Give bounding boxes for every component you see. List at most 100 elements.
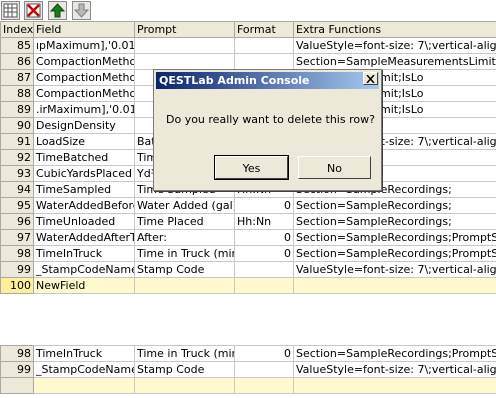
dialog-title-bar[interactable]: QESTLab Admin Console [156, 72, 379, 89]
table-row[interactable]: 98TimeInTruckTime in Truck (mins)0Sectio… [0, 345, 496, 362]
yes-button[interactable]: Yes [214, 155, 289, 180]
table-row[interactable]: 99 _StampCodeName Stamp Code ValueStyle=fon… [0, 361, 496, 378]
field-cell[interactable]: TimeInTruck [33, 245, 135, 262]
grid-header-row: Index Field Prompt Format Extra Function… [0, 21, 496, 38]
prompt-cell[interactable] [134, 37, 235, 54]
row-index-cell[interactable]: 89 [0, 101, 34, 118]
table-row[interactable]: 85ıpMaximum],'0.01r')) ValueStyle=font-si… [0, 37, 496, 54]
field-cell[interactable]: _StampCodeName [33, 261, 135, 278]
grid-view-button[interactable] [1, 1, 20, 20]
field-cell[interactable]: WaterAddedAfterTe [33, 229, 135, 246]
table-row[interactable]: 96 TimeUnloaded Time Placed Hh:Nn Section=Sa… [0, 213, 496, 230]
column-header-field[interactable]: Field [33, 21, 135, 38]
dialog-title: QESTLab Admin Console [159, 74, 310, 87]
row-index-cell[interactable]: 98 [0, 245, 34, 262]
field-cell[interactable]: ıpMaximum],'0.01r')) [33, 37, 135, 54]
field-cell[interactable]: DesignDensity [33, 117, 135, 134]
format-cell[interactable] [234, 261, 294, 278]
column-header-extra-functions[interactable]: Extra Functions [293, 21, 496, 38]
row-index-cell[interactable]: 97 [0, 229, 34, 246]
table-row[interactable]: 97 WaterAddedAfterTe After: 0 Section=Sample… [0, 229, 496, 246]
field-cell[interactable]: NewField [33, 277, 135, 294]
field-cell[interactable]: _StampCodeName [33, 361, 135, 378]
extra-functions-cell[interactable]: ValueStyle=font-size: 7\;vertical-align:… [293, 37, 496, 54]
row-index-cell[interactable] [0, 377, 34, 394]
column-header-index[interactable]: Index [0, 21, 34, 38]
row-index-cell[interactable]: 92 [0, 149, 34, 166]
row-index-cell[interactable]: 100 [0, 277, 34, 294]
field-cell[interactable]: TimeInTruck [33, 345, 135, 362]
table-row[interactable]: 98TimeInTruckTime in Truck (mins)0Sectio… [0, 245, 496, 262]
format-cell[interactable] [234, 277, 294, 294]
format-cell[interactable] [234, 361, 294, 378]
field-cell[interactable]: CompactionMethod [33, 69, 135, 86]
table-row[interactable]: 100 NewField [0, 277, 496, 294]
no-button[interactable]: No [298, 156, 371, 179]
format-cell[interactable] [234, 53, 294, 70]
format-cell[interactable] [234, 37, 294, 54]
dialog-close-button[interactable] [363, 72, 378, 85]
prompt-cell[interactable]: Time in Truck (mins) [134, 345, 235, 362]
format-cell[interactable] [234, 377, 294, 394]
row-index-cell[interactable]: 93 [0, 165, 34, 182]
format-cell[interactable]: 0 [234, 197, 294, 214]
confirm-delete-dialog: QESTLab Admin Console Do you really want… [153, 69, 382, 191]
row-index-cell[interactable]: 88 [0, 85, 34, 102]
row-index-cell[interactable]: 87 [0, 69, 34, 86]
table-row[interactable]: 95 WaterAddedBefore Water Added (gal) I 0 Se… [0, 197, 496, 214]
field-cell[interactable]: LoadSize [33, 133, 135, 150]
extra-functions-cell[interactable]: Section=SampleRecordings;PromptStyle= [293, 345, 496, 362]
delete-row-button[interactable] [24, 1, 43, 20]
field-cell[interactable]: CubicYardsPlaced [33, 165, 135, 182]
extra-functions-cell[interactable]: ValueStyle=font-size: 7\;vertical-align:… [293, 361, 496, 378]
column-header-format[interactable]: Format [234, 21, 294, 38]
field-cell[interactable]: CompactionMethod [33, 53, 135, 70]
move-up-button[interactable] [48, 1, 67, 20]
prompt-cell[interactable]: After: [134, 229, 235, 246]
prompt-cell[interactable]: Time Placed [134, 213, 235, 230]
row-index-cell[interactable]: 99 [0, 261, 34, 278]
field-cell[interactable]: TimeSampled [33, 181, 135, 198]
prompt-cell[interactable]: Water Added (gal) I [134, 197, 235, 214]
field-cell[interactable]: .irMaximum],'0.01r')) [33, 101, 135, 118]
row-index-cell[interactable]: 94 [0, 181, 34, 198]
row-index-cell[interactable]: 98 [0, 345, 34, 362]
format-cell[interactable]: Hh:Nn [234, 213, 294, 230]
prompt-cell[interactable]: Time in Truck (mins) [134, 245, 235, 262]
row-index-cell[interactable]: 99 [0, 361, 34, 378]
field-cell[interactable]: TimeBatched [33, 149, 135, 166]
table-row[interactable] [0, 377, 496, 394]
row-index-cell[interactable]: 96 [0, 213, 34, 230]
format-cell[interactable]: 0 [234, 245, 294, 262]
row-index-cell[interactable]: 90 [0, 117, 34, 134]
prompt-cell[interactable]: Stamp Code [134, 261, 235, 278]
table-row[interactable]: 99 _StampCodeName Stamp Code ValueStyle=fon… [0, 261, 496, 278]
field-cell[interactable]: TimeUnloaded [33, 213, 135, 230]
extra-functions-cell[interactable]: Section=SampleRecordings; [293, 197, 496, 214]
field-cell[interactable] [33, 377, 135, 394]
extra-functions-cell[interactable] [293, 277, 496, 294]
prompt-cell[interactable]: Stamp Code [134, 361, 235, 378]
field-cell[interactable]: WaterAddedBefore [33, 197, 135, 214]
extra-functions-cell[interactable]: ValueStyle=font-size: 7\;vertical-align:… [293, 261, 496, 278]
extra-functions-cell[interactable]: Section=SampleRecordings; [293, 213, 496, 230]
prompt-cell[interactable] [134, 53, 235, 70]
table-row[interactable]: 86 CompactionMethod Section=SampleMeasurem… [0, 53, 496, 70]
prompt-cell[interactable] [134, 277, 235, 294]
extra-functions-cell[interactable] [293, 377, 496, 394]
move-down-button[interactable] [72, 1, 91, 20]
row-index-cell[interactable]: 85 [0, 37, 34, 54]
row-index-cell[interactable]: 86 [0, 53, 34, 70]
extra-functions-cell[interactable]: Section=SampleRecordings;PromptStyle= [293, 229, 496, 246]
prompt-cell[interactable] [134, 377, 235, 394]
column-header-prompt[interactable]: Prompt [134, 21, 235, 38]
row-index-cell[interactable]: 91 [0, 133, 34, 150]
extra-functions-cell[interactable]: Section=SampleMeasurementsLimit;IsLo [293, 53, 496, 70]
extra-functions-cell[interactable]: Section=SampleRecordings;PromptStyle= [293, 245, 496, 262]
close-icon [366, 74, 375, 83]
format-cell[interactable]: 0 [234, 229, 294, 246]
field-cell[interactable]: CompactionMethod [33, 85, 135, 102]
row-index-cell[interactable]: 95 [0, 197, 34, 214]
delete-x-icon [26, 3, 41, 18]
format-cell[interactable]: 0 [234, 345, 294, 362]
